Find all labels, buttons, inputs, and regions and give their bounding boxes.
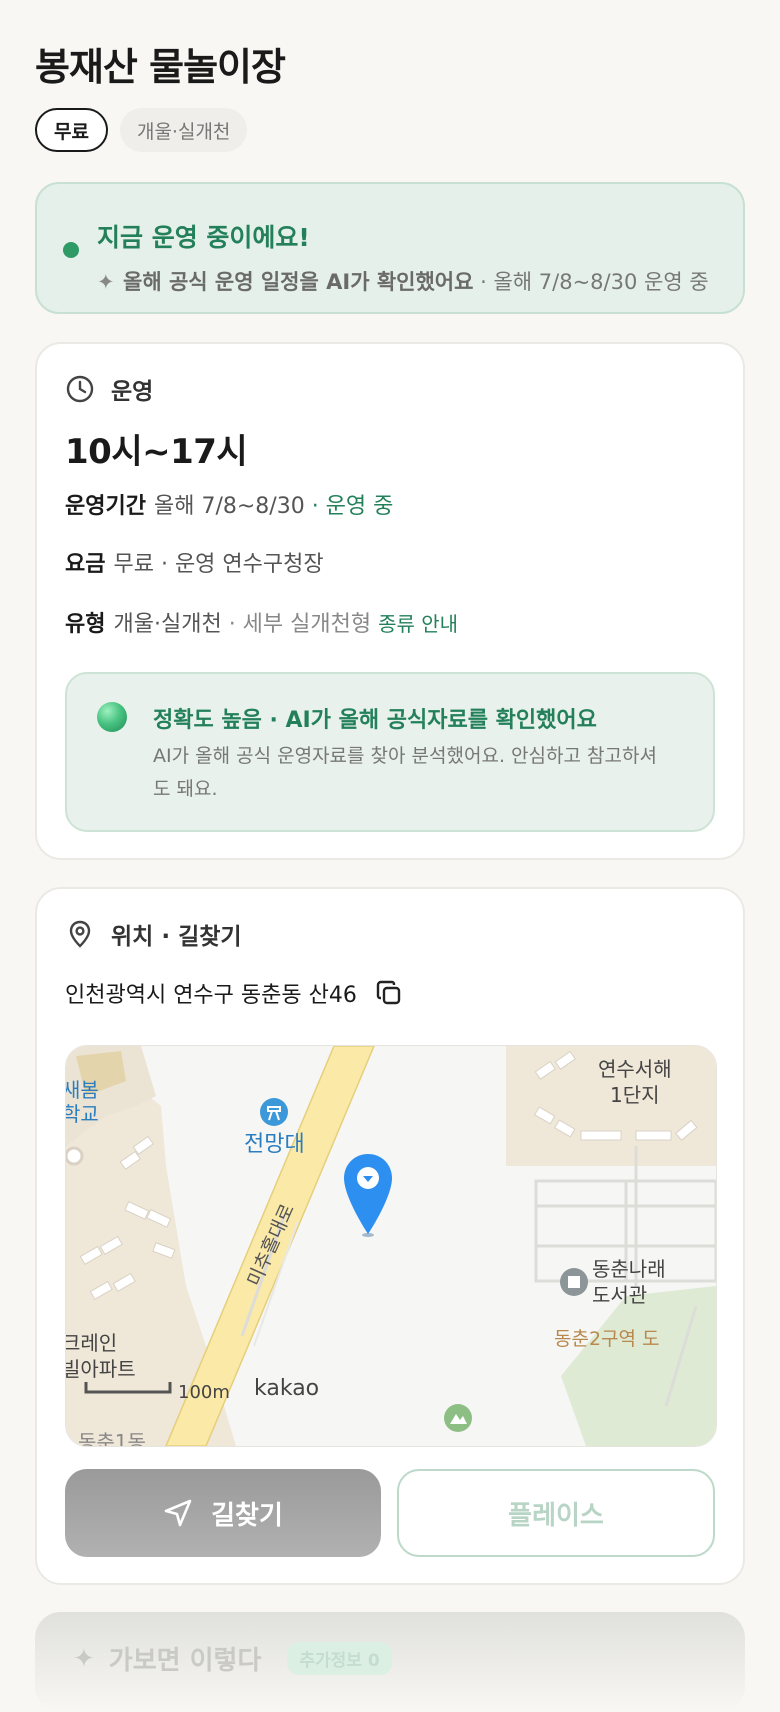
operation-section-label: 운영: [111, 379, 154, 405]
copy-icon[interactable]: [375, 979, 403, 1007]
location-section-header: 위치 · 길찾기: [65, 917, 242, 951]
status-period-note: · 올해 7/8~8/30 운영 중: [480, 270, 709, 294]
location-actions: 길찾기 플레이스: [65, 1469, 715, 1557]
accuracy-headline: 정확도 높음 · AI가 올해 공식자료를 확인했어요: [153, 708, 597, 733]
operation-section-header: 운영: [65, 372, 153, 406]
status-headline: 지금 운영 중이에요!: [97, 223, 310, 252]
directions-button-label: 길찾기: [211, 1500, 283, 1531]
tag-list: 무료 개울·실개천: [35, 108, 248, 152]
map-label-district: 동춘2구역 도: [554, 1328, 660, 1350]
map-label-observatory: 전망대: [244, 1132, 305, 1157]
page-title: 봉재산 물놀이장: [35, 45, 286, 89]
fee-tag[interactable]: 무료: [35, 108, 108, 152]
type-label: 유형: [65, 612, 106, 637]
map-brand-logo: kakao: [254, 1376, 320, 1401]
period-status: · 운영 중: [311, 494, 394, 519]
map-label-apt-top: 연수서해 1단지: [598, 1057, 672, 1107]
fee-row: 요금 무료 · 운영 연수구청장: [65, 546, 324, 578]
review-count-badge: 추가정보 0: [287, 1642, 392, 1675]
status-dot: [63, 242, 79, 258]
sparkle-icon: ✦: [73, 1643, 95, 1674]
accuracy-description: AI가 올해 공식 운영자료를 찾아 분석했어요. 안심하고 참고하셔도 돼요.: [153, 745, 657, 800]
review-section-header: ✦ 가보면 이렇다 추가정보 0: [73, 1640, 392, 1677]
type-row: 유형 개울·실개천 · 세부 실개천형 종류 안내: [65, 606, 458, 638]
operation-card: 운영 10시~17시 운영기간 올해 7/8~8/30 · 운영 중 요금 무료 ·…: [35, 342, 745, 860]
map-scale-label: 100m: [178, 1382, 230, 1403]
review-section-preview: ✦ 가보면 이렇다 추가정보 0: [35, 1612, 745, 1712]
period-row: 운영기간 올해 7/8~8/30 · 운영 중: [65, 488, 393, 520]
location-section-label: 위치 · 길찾기: [111, 924, 242, 950]
sparkle-icon: ✦: [97, 270, 115, 294]
period-label: 운영기간: [65, 494, 146, 519]
operating-hours: 10시~17시: [65, 432, 248, 472]
clock-icon: [66, 375, 94, 403]
operating-status-banner: 지금 운영 중이에요! ✦ 올해 공식 운영 일정을 AI가 확인했어요 · 올해…: [35, 182, 745, 314]
status-ai-note: 올해 공식 운영 일정을 AI가 확인했어요: [123, 270, 474, 294]
type-guide-link[interactable]: 종류 안내: [378, 612, 458, 636]
type-value: 개울·실개천: [113, 612, 222, 637]
location-card: 위치 · 길찾기 인천광역시 연수구 동춘동 산46 새봄 학교 전망대 미추홀…: [35, 887, 745, 1585]
type-tag[interactable]: 개울·실개천: [119, 108, 248, 152]
map-label-apt-left: 크레인 빌아파트: [65, 1331, 136, 1381]
directions-button[interactable]: 길찾기: [65, 1469, 381, 1557]
map-pin-icon: [69, 920, 91, 948]
location-map[interactable]: 새봄 학교 전망대 미추홀대로 연수서해 1단지 동춘나래 도서관 동춘2구역 …: [65, 1045, 717, 1447]
status-subline: ✦ 올해 공식 운영 일정을 AI가 확인했어요 · 올해 7/8~8/30 운영…: [97, 266, 709, 296]
accuracy-note: 정확도 높음 · AI가 올해 공식자료를 확인했어요 AI가 올해 공식 운영…: [65, 672, 715, 832]
places-button[interactable]: 플레이스: [397, 1469, 715, 1557]
navigation-arrow-icon: [164, 1499, 192, 1527]
fee-label: 요금: [65, 552, 106, 577]
review-section-title: 가보면 이렇다: [108, 1646, 262, 1676]
map-label-library: 동춘나래 도서관: [592, 1257, 666, 1307]
type-detail: · 세부 실개천형: [228, 612, 372, 637]
address-text: 인천광역시 연수구 동춘동 산46: [65, 983, 357, 1008]
fee-value: 무료 · 운영 연수구청장: [113, 552, 324, 577]
map-label-bottom-left: 동춘1동: [78, 1430, 146, 1447]
map-label-school: 새봄 학교: [65, 1078, 99, 1126]
address-row: 인천광역시 연수구 동춘동 산46: [65, 977, 403, 1009]
period-value: 올해 7/8~8/30: [153, 494, 305, 519]
accuracy-orb-icon: [97, 702, 127, 732]
